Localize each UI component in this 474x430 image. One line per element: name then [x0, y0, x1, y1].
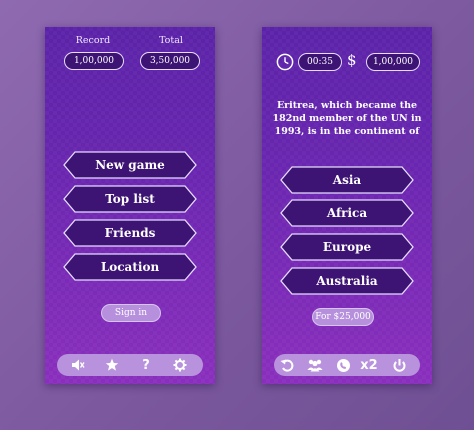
record-value: 1,00,000 — [64, 52, 124, 70]
help-icon[interactable]: ? — [137, 356, 155, 374]
new-game-label: New game — [95, 158, 165, 172]
friends-label: Friends — [104, 226, 156, 240]
answer-d-button[interactable]: Australia — [280, 267, 414, 295]
question-text: Eritrea, which became the 182nd member o… — [272, 100, 422, 137]
total-value: 3,50,000 — [140, 52, 200, 70]
audience-icon[interactable] — [306, 356, 324, 374]
mute-icon[interactable] — [69, 356, 87, 374]
phone-icon[interactable] — [334, 356, 352, 374]
top-list-button[interactable]: Top list — [63, 185, 197, 213]
answer-a-button[interactable]: Asia — [280, 166, 414, 194]
lifeline-bar: x2 — [274, 354, 420, 376]
answer-d-label: Australia — [316, 274, 378, 288]
answer-c-button[interactable]: Europe — [280, 233, 414, 261]
timer-display: 00:35 — [298, 53, 342, 71]
total-label: Total — [159, 35, 183, 46]
prize-display: 1,00,000 — [366, 53, 420, 71]
undo-icon[interactable] — [278, 356, 296, 374]
game-screen: 00:35 $ 1,00,000 Eritrea, which became t… — [262, 27, 432, 384]
location-label: Location — [100, 260, 160, 274]
new-game-button[interactable]: New game — [63, 151, 197, 179]
double-icon[interactable]: x2 — [360, 356, 378, 374]
power-icon[interactable] — [390, 356, 408, 374]
home-screen: Record Total 1,00,000 3,50,000 New game … — [45, 27, 215, 384]
clock-icon — [276, 53, 294, 75]
home-bottom-bar: ? — [57, 354, 203, 376]
answer-b-label: Africa — [326, 206, 368, 220]
answer-c-label: Europe — [322, 240, 372, 254]
settings-icon[interactable] — [171, 356, 189, 374]
answer-a-label: Asia — [332, 173, 362, 187]
location-button[interactable]: Location — [63, 253, 197, 281]
sign-in-button[interactable]: Sign in — [101, 304, 161, 322]
top-list-label: Top list — [105, 192, 155, 206]
take-money-button[interactable]: For $25,000 — [312, 308, 374, 326]
record-label: Record — [75, 35, 111, 46]
dollar-icon: $ — [347, 51, 357, 69]
answer-b-button[interactable]: Africa — [280, 199, 414, 227]
friends-button[interactable]: Friends — [63, 219, 197, 247]
star-icon[interactable] — [103, 356, 121, 374]
